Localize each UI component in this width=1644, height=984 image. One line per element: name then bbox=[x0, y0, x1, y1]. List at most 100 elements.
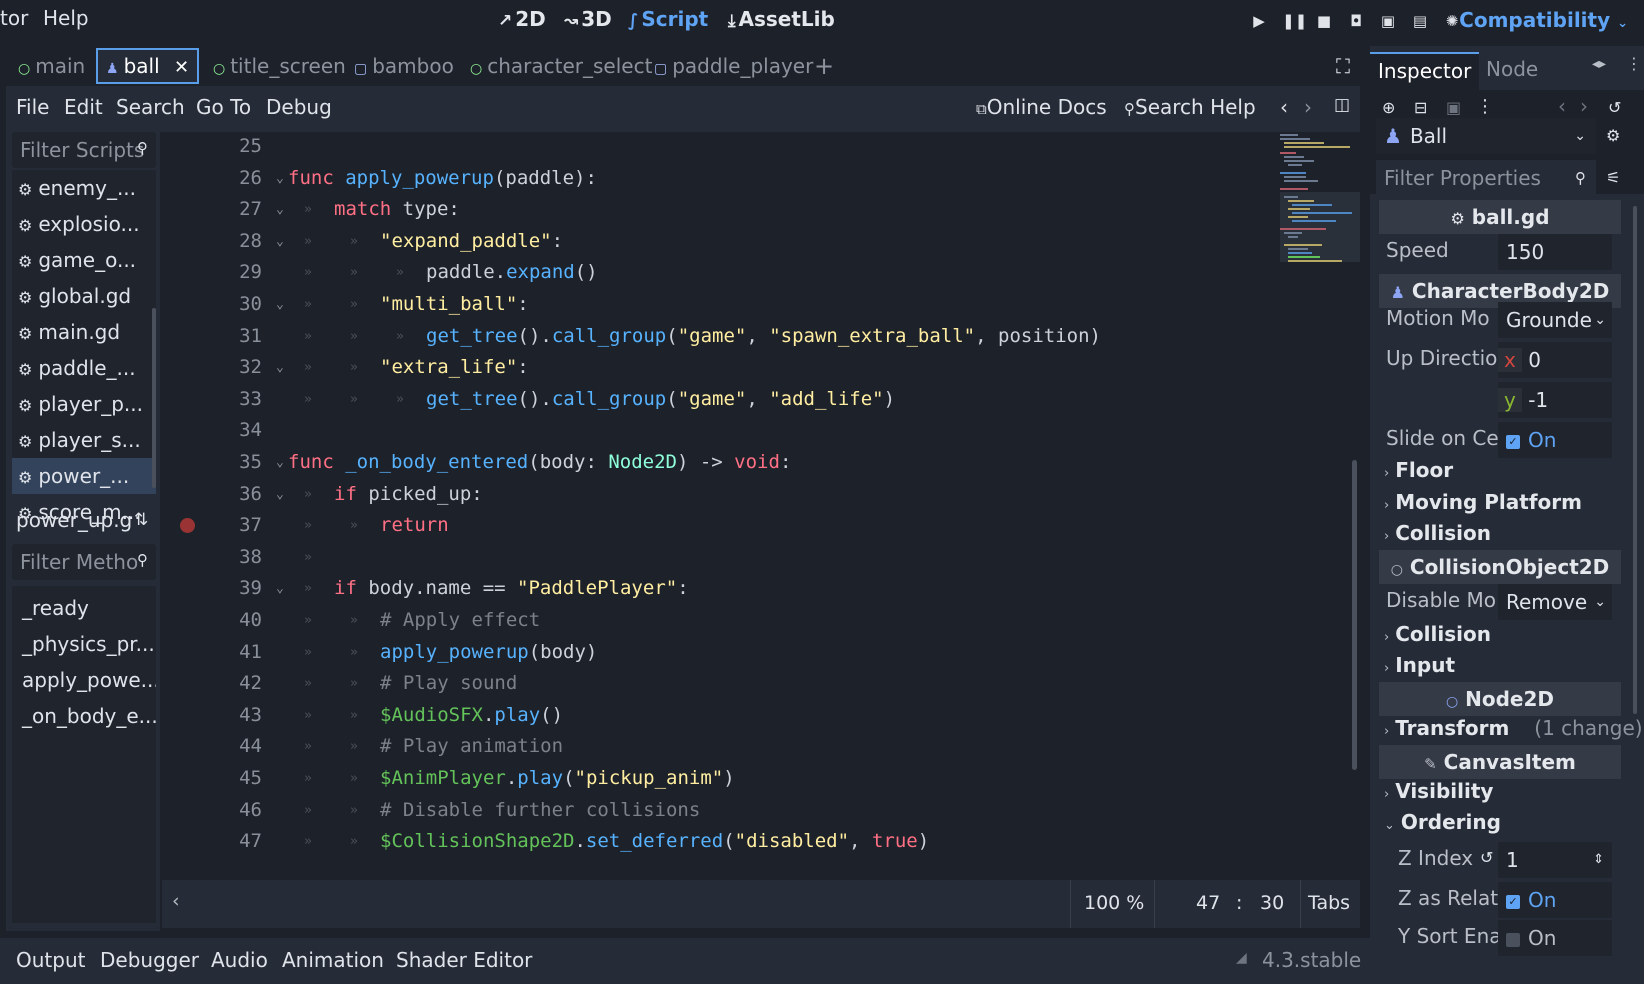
section-script[interactable]: ⚙ ball.gd bbox=[1379, 200, 1621, 234]
line-number[interactable]: 37 bbox=[162, 509, 262, 542]
history-forward-icon[interactable]: › bbox=[1304, 95, 1312, 119]
line-number[interactable]: 29 bbox=[162, 256, 262, 289]
code-line[interactable]: 29 » » » paddle.expand() bbox=[162, 256, 1262, 289]
workspace-assetlib[interactable]: ⤓ AssetLib bbox=[728, 7, 835, 31]
code-line[interactable]: 40 » » # Apply effect bbox=[162, 604, 1262, 637]
line-number[interactable]: 43 bbox=[162, 699, 262, 732]
toggle-scripts-panel-icon[interactable]: ‹ bbox=[172, 890, 180, 912]
remote-debug-icon[interactable]: ◘ bbox=[1346, 11, 1366, 31]
tab-paddle-player[interactable]: ▢ paddle_player bbox=[646, 48, 821, 84]
sort-icon[interactable]: ⇅ bbox=[134, 510, 148, 530]
fold-chevron-icon[interactable]: ⌄ bbox=[276, 478, 284, 511]
code-line[interactable]: 39 ⌄ » if body.name == "PaddlePlayer": bbox=[162, 572, 1262, 605]
line-number[interactable]: 25 bbox=[162, 132, 262, 163]
code-line[interactable]: 27 ⌄ » match type: bbox=[162, 193, 1262, 226]
section-canvasitem[interactable]: ✎ CanvasItem bbox=[1379, 745, 1621, 779]
list-item[interactable]: apply_powe... bbox=[12, 662, 156, 698]
tab-bamboo[interactable]: ▢ bamboo bbox=[346, 48, 462, 84]
script-menu-edit[interactable]: Edit bbox=[64, 95, 103, 119]
list-item-selected[interactable]: ⚙ power_... bbox=[12, 458, 156, 494]
distraction-free-icon[interactable]: ⛶ bbox=[1328, 48, 1358, 84]
section-collisionobject2d[interactable]: ○ CollisionObject2D bbox=[1379, 550, 1621, 584]
code-line[interactable]: 47 » » $CollisionShape2D.set_deferred("disa… bbox=[162, 825, 1262, 858]
list-item[interactable]: ⚙ enemy_... bbox=[12, 170, 156, 206]
add-tab-button[interactable]: + bbox=[806, 48, 842, 84]
filter-properties-input[interactable]: Filter Properties ⚲ bbox=[1376, 160, 1596, 196]
line-number[interactable]: 42 bbox=[162, 667, 262, 700]
zoom-level[interactable]: 100 % bbox=[1084, 892, 1144, 914]
line-number[interactable]: 36 bbox=[162, 478, 262, 511]
tab-output[interactable]: Output bbox=[16, 948, 85, 972]
tab-title-screen[interactable]: ○ title_screen bbox=[205, 48, 354, 84]
inspector-scrollbar[interactable] bbox=[1633, 206, 1637, 714]
filter-options-icon[interactable]: ⚟ bbox=[1606, 168, 1620, 187]
code-line[interactable]: 35 ⌄ func _on_body_entered(body: Node2D) -… bbox=[162, 446, 1262, 479]
stop-icon[interactable]: ■ bbox=[1314, 11, 1334, 31]
float-window-icon[interactable]: ◫ bbox=[1334, 95, 1350, 115]
up-direction-y-field[interactable]: y -1 bbox=[1498, 382, 1612, 418]
code-line[interactable]: 28 ⌄ » » "expand_paddle": bbox=[162, 225, 1262, 258]
section-node2d[interactable]: ○ Node2D bbox=[1379, 682, 1621, 716]
spinner-icon[interactable]: ⇕ bbox=[1593, 842, 1604, 878]
code-line[interactable]: 33 » » » get_tree().call_group("game", "add_… bbox=[162, 383, 1262, 416]
fold-chevron-icon[interactable]: ⌄ bbox=[276, 225, 284, 258]
code-line[interactable]: 32 ⌄ » » "extra_life": bbox=[162, 351, 1262, 384]
list-item[interactable]: ⚙ player_s... bbox=[12, 422, 156, 458]
menu-editor[interactable]: tor bbox=[0, 6, 28, 30]
up-direction-x-field[interactable]: x 0 bbox=[1498, 342, 1612, 378]
fold-chevron-icon[interactable]: ⌄ bbox=[276, 351, 284, 384]
list-item[interactable]: ⚙ main.gd bbox=[12, 314, 156, 350]
play-scene-icon[interactable]: ▣ bbox=[1378, 11, 1398, 31]
category-visibility[interactable]: › Visibility bbox=[1384, 779, 1493, 803]
indent-mode[interactable]: Tabs bbox=[1308, 892, 1350, 914]
motion-mode-select[interactable]: Grounde ⌄ bbox=[1498, 302, 1612, 338]
more-options-icon[interactable]: ⋮ bbox=[1476, 96, 1494, 117]
play-icon[interactable]: ▶ bbox=[1249, 11, 1269, 31]
tab-main[interactable]: ○ main bbox=[10, 48, 93, 84]
fold-chevron-icon[interactable]: ⌄ bbox=[276, 162, 284, 195]
list-item[interactable]: ⚙ paddle_... bbox=[12, 350, 156, 386]
code-line[interactable]: 25 bbox=[162, 132, 1262, 163]
fold-chevron-icon[interactable]: ⌄ bbox=[276, 446, 284, 479]
list-item[interactable]: _on_body_e... bbox=[12, 698, 156, 734]
next-icon[interactable]: › bbox=[1580, 94, 1588, 118]
line-number[interactable]: 34 bbox=[162, 414, 262, 447]
editor-scrollbar[interactable] bbox=[1352, 460, 1357, 770]
fold-chevron-icon[interactable]: ⌄ bbox=[276, 193, 284, 226]
workspace-2d[interactable]: ↗ 2D bbox=[498, 7, 546, 31]
line-number[interactable]: 32 bbox=[162, 351, 262, 384]
code-line[interactable]: 44 » » # Play animation bbox=[162, 730, 1262, 763]
list-item[interactable]: _physics_pr... bbox=[12, 626, 156, 662]
tab-node[interactable]: Node bbox=[1478, 52, 1546, 86]
line-number[interactable]: 44 bbox=[162, 730, 262, 763]
code-line[interactable]: 30 ⌄ » » "multi_ball": bbox=[162, 288, 1262, 321]
line-number[interactable]: 40 bbox=[162, 604, 262, 637]
tab-audio[interactable]: Audio bbox=[211, 948, 268, 972]
script-menu-file[interactable]: File bbox=[16, 95, 49, 119]
list-item[interactable]: _ready bbox=[12, 590, 156, 626]
tab-inspector[interactable]: Inspector bbox=[1370, 52, 1480, 90]
filter-methods-input[interactable]: Filter Metho ⚲ bbox=[12, 544, 156, 580]
category-floor[interactable]: › Floor bbox=[1384, 458, 1453, 482]
line-number[interactable]: 41 bbox=[162, 636, 262, 669]
workspace-3d[interactable]: ↝ 3D bbox=[564, 7, 612, 31]
script-menu-search[interactable]: Search bbox=[116, 95, 185, 119]
line-number[interactable]: 39 bbox=[162, 572, 262, 605]
line-number[interactable]: 38 bbox=[162, 541, 262, 574]
code-line[interactable]: 38 » bbox=[162, 541, 1262, 574]
dock-options-icon[interactable]: ⋮ bbox=[1626, 54, 1642, 73]
code-line[interactable]: 41 » » apply_powerup(body) bbox=[162, 636, 1262, 669]
line-number[interactable]: 28 bbox=[162, 225, 262, 258]
category-moving-platform[interactable]: › Moving Platform bbox=[1384, 490, 1582, 514]
code-line[interactable]: 34 bbox=[162, 414, 1262, 447]
code-minimap[interactable] bbox=[1280, 132, 1360, 272]
category-collision-2[interactable]: › Collision bbox=[1384, 622, 1491, 646]
script-menu-debug[interactable]: Debug bbox=[266, 95, 332, 119]
line-number[interactable]: 31 bbox=[162, 320, 262, 353]
search-help-button[interactable]: ⚲Search Help bbox=[1124, 95, 1256, 119]
line-number[interactable]: 27 bbox=[162, 193, 262, 226]
filter-scripts-input[interactable]: Filter Scripts ⚲ bbox=[12, 132, 156, 168]
save-resource-icon[interactable]: ▣ bbox=[1446, 98, 1461, 117]
line-number[interactable]: 46 bbox=[162, 794, 262, 827]
tab-shader-editor[interactable]: Shader Editor bbox=[396, 948, 532, 972]
